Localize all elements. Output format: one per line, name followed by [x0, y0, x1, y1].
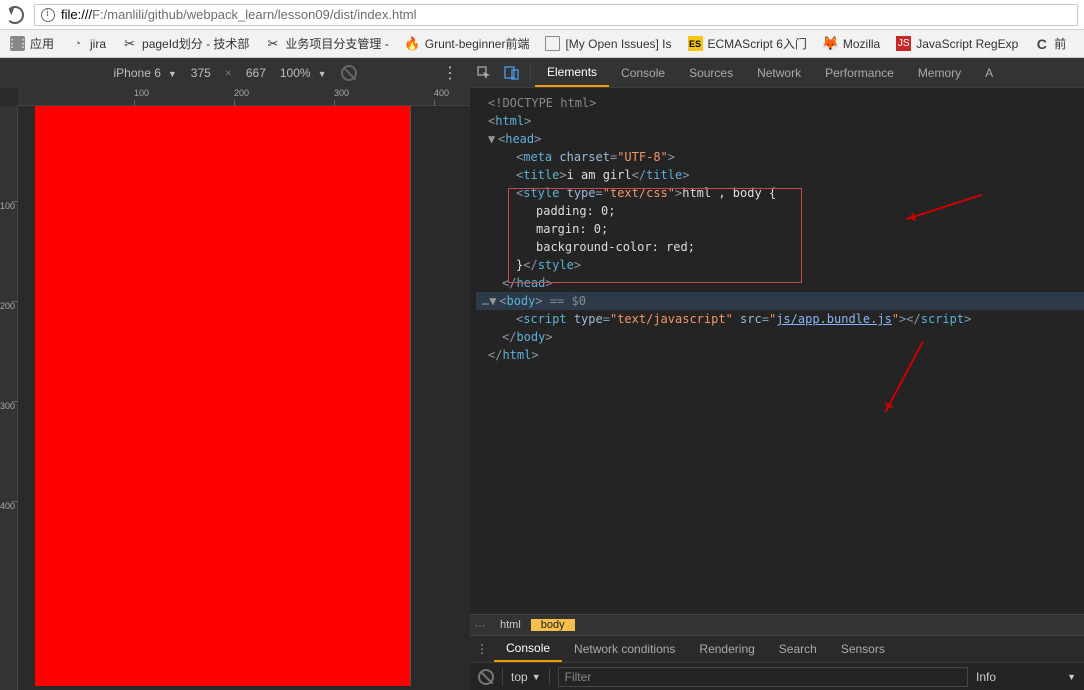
tab-more[interactable]: A [973, 58, 1005, 87]
device-height[interactable]: 667 [246, 66, 266, 80]
url-path: F:/manlili/github/webpack_learn/lesson09… [92, 7, 416, 22]
doctype: <!DOCTYPE html> [488, 96, 596, 110]
ruler-horizontal: 100 200 300 400 [18, 88, 470, 106]
drawer-tab-console[interactable]: Console [494, 636, 562, 662]
reload-icon[interactable] [6, 6, 24, 24]
regexp-icon: JS [896, 36, 911, 51]
log-level-select[interactable]: Info [976, 670, 1076, 684]
address-bar: file:///F:/manlili/github/webpack_learn/… [0, 0, 1084, 30]
devtools: Elements Console Sources Network Perform… [470, 58, 1084, 690]
ruler-vertical: 100 200 300 400 [0, 106, 18, 690]
crumb-body[interactable]: body [531, 619, 575, 631]
clear-console-icon[interactable] [478, 669, 494, 685]
mozilla-icon: 🦊 [823, 36, 838, 51]
selection-marker: == $0 [543, 294, 586, 308]
jira-icon: ◔ [70, 36, 85, 51]
device-toggle-icon[interactable] [498, 58, 526, 87]
tab-elements[interactable]: Elements [535, 58, 609, 87]
scissors-icon: ✂ [122, 36, 137, 51]
drawer-tabbar: ⋮ Console Network conditions Rendering S… [470, 636, 1084, 662]
bookmark-grunt[interactable]: 🔥Grunt-beginner前端 [399, 32, 536, 55]
apps-icon: ⋮⋮ [10, 36, 25, 51]
devtools-tabbar: Elements Console Sources Network Perform… [470, 58, 1084, 88]
url-scheme: file:/// [61, 7, 92, 22]
bookmark-jira[interactable]: ◔jira [64, 33, 112, 54]
bookmark-branch[interactable]: ✂业务项目分支管理 - [259, 32, 394, 55]
title-text: i am girl [567, 168, 632, 182]
breadcrumb: ⋯ html body [470, 614, 1084, 636]
device-select[interactable]: iPhone 6 [114, 66, 177, 80]
tab-sources[interactable]: Sources [677, 58, 745, 87]
bookmark-mozilla[interactable]: 🦊Mozilla [817, 33, 886, 54]
file-icon [545, 36, 560, 51]
inspect-icon[interactable] [470, 58, 498, 87]
context-select[interactable]: top [511, 670, 541, 684]
bookmark-es6[interactable]: ESECMAScript 6入门 [682, 32, 813, 55]
tab-memory[interactable]: Memory [906, 58, 973, 87]
bookmark-more[interactable]: C前 [1028, 32, 1072, 55]
dom-tree[interactable]: <!DOCTYPE html> <html> ▼<head> <meta cha… [470, 88, 1084, 614]
breadcrumb-overflow[interactable]: ⋯ [470, 619, 490, 632]
device-viewport[interactable] [35, 106, 410, 686]
device-width[interactable]: 375 [191, 66, 211, 80]
tab-console[interactable]: Console [609, 58, 677, 87]
drawer-tab-network-conditions[interactable]: Network conditions [562, 636, 687, 662]
bookmark-regexp[interactable]: JSJavaScript RegExp [890, 33, 1024, 54]
console-toolbar: top Filter Info [470, 662, 1084, 690]
dimension-x: × [225, 66, 232, 80]
url-input[interactable]: file:///F:/manlili/github/webpack_learn/… [34, 4, 1078, 26]
kebab-icon[interactable]: ⋮ [442, 63, 458, 83]
crumb-html[interactable]: html [490, 619, 531, 631]
kebab-icon[interactable]: ⋮ [470, 642, 494, 656]
c-icon: C [1034, 36, 1049, 51]
filter-input[interactable]: Filter [558, 667, 968, 687]
scissors-icon: ✂ [265, 36, 280, 51]
drawer-tab-sensors[interactable]: Sensors [829, 636, 897, 662]
tab-network[interactable]: Network [745, 58, 813, 87]
info-icon[interactable] [41, 8, 55, 22]
zoom-select[interactable]: 100% [280, 66, 327, 80]
flame-icon: 🔥 [405, 36, 420, 51]
bookmark-issues[interactable]: [My Open Issues] Is [539, 33, 677, 54]
drawer-tab-rendering[interactable]: Rendering [687, 636, 766, 662]
es-icon: ES [688, 36, 703, 51]
tab-performance[interactable]: Performance [813, 58, 906, 87]
bookmark-pageid[interactable]: ✂pageId划分 - 技术部 [116, 32, 255, 55]
bookmarks-bar: ⋮⋮应用 ◔jira ✂pageId划分 - 技术部 ✂业务项目分支管理 - 🔥… [0, 30, 1084, 58]
throttle-icon[interactable] [341, 65, 357, 81]
drawer-tab-search[interactable]: Search [767, 636, 829, 662]
device-emulator: iPhone 6 375 × 667 100% ⋮ 100 200 300 40… [0, 58, 470, 690]
device-toolbar: iPhone 6 375 × 667 100% ⋮ [0, 58, 470, 88]
script-src-link[interactable]: js/app.bundle.js [776, 312, 892, 326]
bookmark-apps[interactable]: ⋮⋮应用 [4, 32, 60, 55]
